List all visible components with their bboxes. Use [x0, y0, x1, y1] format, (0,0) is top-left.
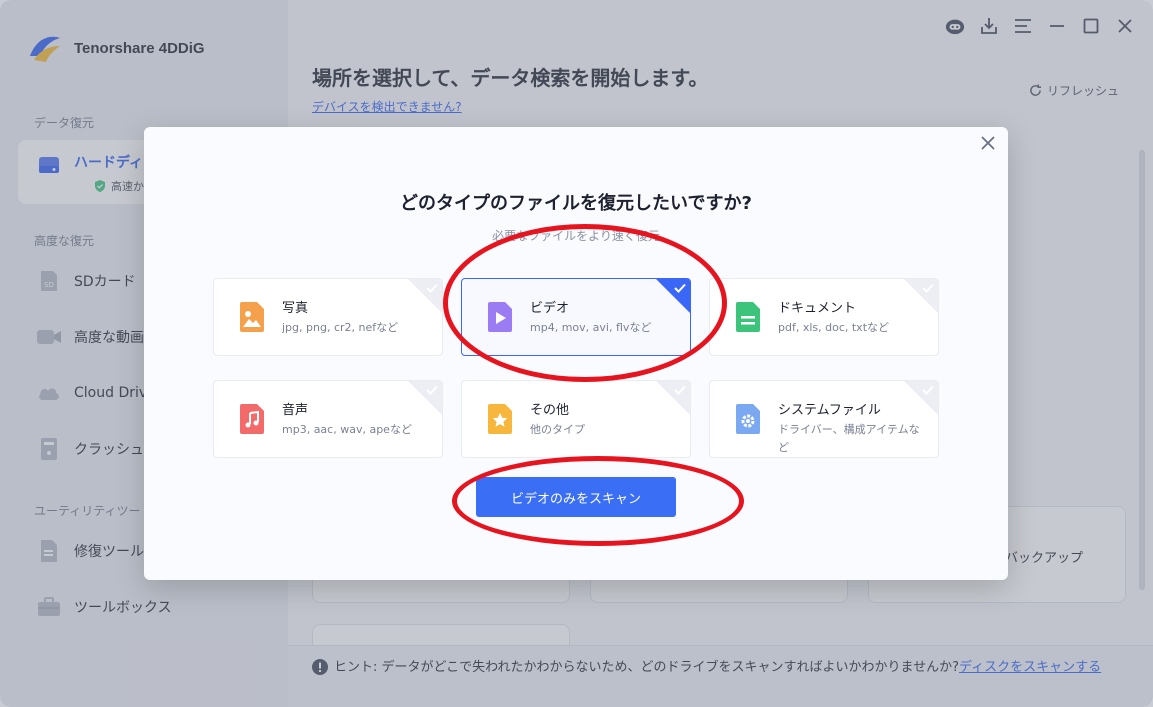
dialog-subtitle: 必要なファイルをより速く復元 — [492, 229, 660, 243]
file-type-dialog: どのタイプのファイルを復元したいですか? 必要なファイルをより速く復元 写真 j… — [144, 127, 1008, 580]
check-icon — [674, 385, 686, 395]
file-type-photo[interactable]: 写真 jpg, png, cr2, nefなど — [213, 278, 443, 356]
close-icon[interactable] — [980, 135, 996, 151]
scan-video-only-button[interactable]: ビデオのみをスキャン — [476, 477, 676, 517]
file-type-audio[interactable]: 音声 mp3, aac, wav, apeなど — [213, 380, 443, 458]
file-type-system[interactable]: システムファイル ドライバー、構成アイテムなど — [709, 380, 939, 458]
photo-icon — [240, 302, 264, 332]
check-icon — [426, 385, 438, 395]
gear-icon — [736, 404, 760, 434]
video-icon — [488, 302, 512, 332]
check-icon — [922, 385, 934, 395]
star-icon — [488, 404, 512, 434]
check-icon — [922, 283, 934, 293]
check-icon — [426, 283, 438, 293]
audio-icon — [240, 404, 264, 434]
dialog-title: どのタイプのファイルを復元したいですか? — [400, 193, 752, 214]
file-type-video[interactable]: ビデオ mp4, mov, avi, flvなど — [461, 278, 691, 356]
check-icon — [674, 283, 686, 293]
document-icon — [736, 302, 760, 332]
file-type-document[interactable]: ドキュメント pdf, xls, doc, txtなど — [709, 278, 939, 356]
app-window: Tenorshare 4DDiG データ復元 ハードディ 高速かつ 高度な復元 … — [0, 0, 1153, 707]
file-type-other[interactable]: その他 他のタイプ — [461, 380, 691, 458]
